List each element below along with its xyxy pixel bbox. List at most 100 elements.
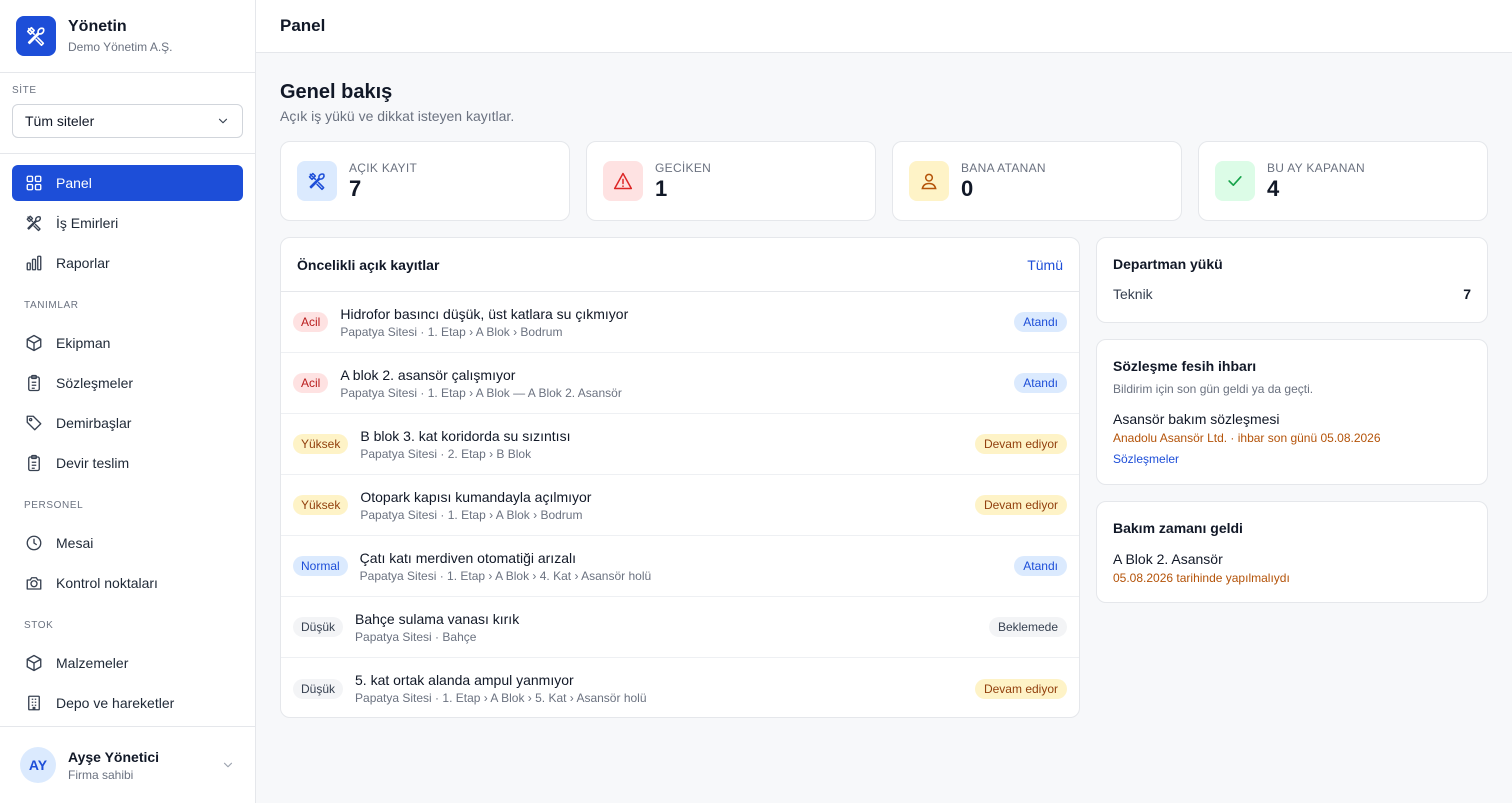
list-item[interactable]: Yüksek B blok 3. kat koridorda su sızınt… xyxy=(281,414,1079,475)
sidebar-item-label: İş Emirleri xyxy=(56,215,119,231)
grid-icon xyxy=(24,173,44,193)
tools-icon xyxy=(16,16,56,56)
list-item-location: Papatya Sitesi · 1. Etap › A Blok › 5. K… xyxy=(355,691,647,705)
nav-section-stok: STOK xyxy=(24,619,54,631)
maintenance-item-detail: 05.08.2026 tarihinde yapılmalıydı xyxy=(1113,571,1290,585)
check-icon xyxy=(1215,161,1255,201)
stat-value: 4 xyxy=(1267,175,1280,201)
stat-card-bana-atanan[interactable]: BANA ATANAN 0 xyxy=(892,141,1182,221)
sidebar-item-label: Malzemeler xyxy=(56,655,129,671)
clipboard-icon xyxy=(24,373,44,393)
list-item-title: Otopark kapısı kumandayla açılmıyor xyxy=(360,488,592,505)
topbar-title: Panel xyxy=(280,16,326,35)
camera-icon xyxy=(24,573,44,593)
chevron-down-icon xyxy=(223,762,233,768)
site-select[interactable]: Tüm siteler xyxy=(12,104,243,138)
priority-badge: Acil xyxy=(293,312,329,332)
department-row: Teknik 7 xyxy=(1113,286,1471,302)
sidebar-item-is-emirleri[interactable]: İş Emirleri xyxy=(12,205,243,241)
list-item-location: Papatya Sitesi · 1. Etap › A Blok — A Bl… xyxy=(340,385,622,400)
sidebar-item-label: Devir teslim xyxy=(56,455,130,471)
status-badge: Beklemede xyxy=(988,617,1067,637)
sidebar-item-label: Ekipman xyxy=(56,335,111,351)
priority-list-title: Öncelikli açık kayıtlar xyxy=(297,256,440,273)
sidebar-item-label: Sözleşmeler xyxy=(56,375,134,391)
clipboard-icon xyxy=(24,453,44,473)
sidebar-item-depo-ve-hareketler[interactable]: Depo ve hareketler xyxy=(12,685,243,721)
tools-icon xyxy=(24,213,44,233)
brand-name: Yönetin xyxy=(68,18,127,35)
sidebar-item-label: Panel xyxy=(56,175,92,191)
user-name: Ayşe Yönetici xyxy=(68,748,160,765)
maintenance-item-title[interactable]: A Blok 2. Asansör xyxy=(1113,550,1471,568)
list-item[interactable]: Acil A blok 2. asansör çalışmıyor Papaty… xyxy=(281,353,1079,414)
stat-value: 0 xyxy=(961,175,974,201)
sidebar-item-sozlesmeler[interactable]: Sözleşmeler xyxy=(12,365,243,401)
priority-badge: Düşük xyxy=(293,678,344,699)
stat-card-geciken[interactable]: GECİKEN 1 xyxy=(586,141,876,221)
stat-label: GECİKEN xyxy=(655,160,712,175)
status-badge: Devam ediyor xyxy=(974,495,1067,515)
stat-card-acik-kayit[interactable]: AÇIK KAYIT 7 xyxy=(280,141,570,221)
status-badge: Atandı xyxy=(1014,373,1067,393)
topbar: Panel xyxy=(256,0,1512,53)
priority-list-card: Öncelikli açık kayıtlar Tümü Acil Hidrof… xyxy=(280,237,1080,718)
list-item-title: 5. kat ortak alanda ampul yanmıyor xyxy=(355,672,574,688)
tools-icon xyxy=(297,161,337,201)
department-count: 7 xyxy=(1463,286,1471,302)
stat-value: 1 xyxy=(655,175,668,201)
sidebar-item-label: Kontrol noktaları xyxy=(56,575,158,591)
warning-icon xyxy=(603,161,643,201)
sidebar-item-demirbaslar[interactable]: Demirbaşlar xyxy=(12,405,243,441)
view-all-link[interactable]: Tümü xyxy=(1027,257,1063,273)
list-item[interactable]: Yüksek Otopark kapısı kumandayla açılmıy… xyxy=(281,475,1079,536)
sidebar-item-malzemeler[interactable]: Malzemeler xyxy=(12,645,243,681)
site-label: SİTE xyxy=(12,85,37,96)
department-name: Teknik xyxy=(1113,286,1153,302)
list-item[interactable]: Acil Hidrofor basıncı düşük, üst katlara… xyxy=(281,292,1079,353)
sidebar-item-panel[interactable]: Panel xyxy=(12,165,243,201)
sidebar-item-label: Raporlar xyxy=(56,255,110,271)
list-item[interactable]: Düşük 5. kat ortak alanda ampul yanmıyor… xyxy=(281,658,1079,717)
user-role: Firma sahibi xyxy=(68,767,134,782)
sidebar-item-raporlar[interactable]: Raporlar xyxy=(12,245,243,281)
priority-list-header: Öncelikli açık kayıtlar Tümü xyxy=(281,238,1079,292)
stat-label: BU AY KAPANAN xyxy=(1267,160,1365,175)
list-item-title: Bahçe sulama vanası kırık xyxy=(355,610,520,627)
sidebar-item-devir-teslim[interactable]: Devir teslim xyxy=(12,445,243,481)
sidebar-item-mesai[interactable]: Mesai xyxy=(12,525,243,561)
list-item-location: Papatya Sitesi · Bahçe xyxy=(355,629,477,644)
sidebar-item-ekipman[interactable]: Ekipman xyxy=(12,325,243,361)
page-header: Genel bakış Açık iş yükü ve dikkat istey… xyxy=(280,80,514,125)
site-selector-block: SİTE Tüm siteler xyxy=(0,73,255,154)
list-item[interactable]: Normal Çatı katı merdiven otomatiği arız… xyxy=(281,536,1079,597)
user-icon xyxy=(909,161,949,201)
priority-badge: Yüksek xyxy=(293,495,349,515)
contract-item-title[interactable]: Asansör bakım sözleşmesi xyxy=(1113,410,1471,428)
list-item-location: Papatya Sitesi · 1. Etap › A Blok › 4. K… xyxy=(359,568,652,583)
list-item[interactable]: Düşük Bahçe sulama vanası kırık Papatya … xyxy=(281,597,1079,658)
building-icon xyxy=(24,693,44,713)
status-badge: Devam ediyor xyxy=(974,434,1067,454)
sidebar: Yönetin Demo Yönetim A.Ş. SİTE Tüm sitel… xyxy=(0,0,256,803)
priority-badge: Düşük xyxy=(293,617,344,637)
page-title: Genel bakış xyxy=(280,81,393,103)
status-badge: Atandı xyxy=(1014,312,1067,332)
user-menu[interactable]: AY Ayşe Yönetici Firma sahibi xyxy=(0,726,255,803)
sidebar-item-label: Depo ve hareketler xyxy=(56,695,175,711)
department-load-title: Departman yükü xyxy=(1113,256,1223,272)
list-item-location: Papatya Sitesi · 1. Etap › A Blok › Bodr… xyxy=(340,324,563,339)
sidebar-item-kontrol-noktalari[interactable]: Kontrol noktaları xyxy=(12,565,243,601)
list-item-title: Hidrofor basıncı düşük, üst katlara su ç… xyxy=(340,305,629,322)
list-item-title: Çatı katı merdiven otomatiği arızalı xyxy=(359,549,576,566)
list-item-title: A blok 2. asansör çalışmıyor xyxy=(340,366,516,383)
page-subtitle: Açık iş yükü ve dikkat isteyen kayıtlar. xyxy=(280,108,515,124)
sidebar-nav: Panel İş Emirleri Raporlar TANIMLAR Ekip… xyxy=(0,154,255,721)
stat-card-bu-ay-kapanan[interactable]: BU AY KAPANAN 4 xyxy=(1198,141,1488,221)
priority-badge: Acil xyxy=(293,373,329,393)
contracts-link[interactable]: Sözleşmeler xyxy=(1113,452,1471,467)
stat-label: AÇIK KAYIT xyxy=(349,160,418,175)
priority-badge: Normal xyxy=(293,556,348,576)
maintenance-due-card: Bakım zamanı geldi A Blok 2. Asansör 05.… xyxy=(1096,501,1488,603)
list-item-location: Papatya Sitesi · 2. Etap › B Blok xyxy=(360,446,532,461)
